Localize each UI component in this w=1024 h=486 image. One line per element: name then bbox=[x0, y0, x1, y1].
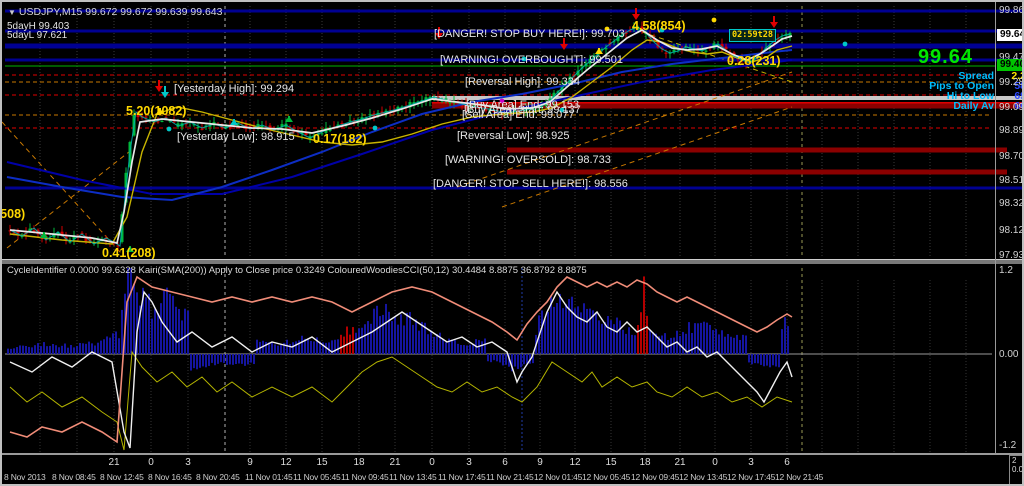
mt4-chart-window: ▼ USDJPY,M15 99.672 99.672 99.639 99.643 … bbox=[0, 0, 1024, 486]
corner-value-1: 2 bbox=[1012, 456, 1017, 465]
candlesticks bbox=[8, 21, 792, 252]
level-lines bbox=[5, 9, 1022, 190]
price-axis-border bbox=[995, 2, 996, 453]
grid-lines bbox=[39, 6, 967, 452]
chart-canvas[interactable] bbox=[2, 2, 1024, 486]
corner-value-2: 0.00 bbox=[1012, 465, 1024, 474]
pane-separator[interactable] bbox=[2, 259, 1022, 264]
timeaxis-separator bbox=[2, 453, 1022, 455]
indicator-pane bbox=[5, 268, 992, 451]
axis-corner-box: 2 0.00 bbox=[1009, 455, 1024, 484]
